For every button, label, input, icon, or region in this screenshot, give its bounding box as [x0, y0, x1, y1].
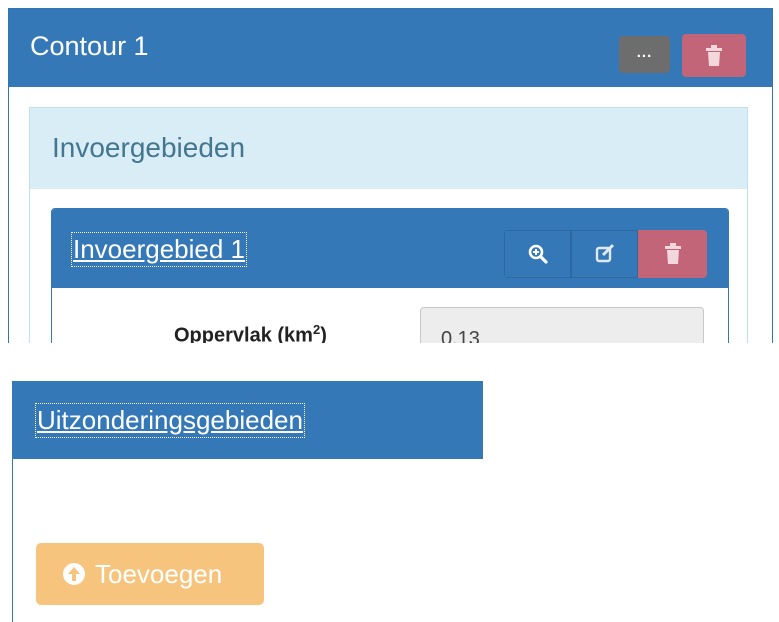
invoergebieden-panel: Invoergebieden Invoergebied 1 Oppervlak …: [29, 107, 748, 343]
contour-title: Contour 1: [30, 31, 149, 61]
invoergebied-header: Invoergebied 1: [52, 209, 728, 288]
uitzonderingsgebieden-panel: Uitzonderingsgebieden Toevoegen: [12, 381, 483, 622]
invoergebied-panel: Invoergebied 1 Oppervlak (km2) 0.13: [51, 208, 729, 343]
area-label-text: Oppervlak (km: [174, 324, 313, 343]
delete-invoergebied-button[interactable]: [638, 230, 707, 278]
zoom-in-icon: [528, 244, 548, 264]
invoergebieden-title: Invoergebieden: [52, 132, 246, 163]
edit-icon: [595, 243, 614, 263]
uitzonderingsgebieden-title-link[interactable]: Uitzonderingsgebieden: [35, 403, 305, 438]
add-button-label: Toevoegen: [95, 558, 223, 589]
invoergebied-title-link[interactable]: Invoergebied 1: [70, 232, 248, 267]
invoergebied-actions: [504, 230, 707, 278]
area-label-suffix: ): [320, 324, 327, 343]
uitzonderingsgebieden-header: Uitzonderingsgebieden: [13, 381, 483, 459]
edit-button[interactable]: [571, 230, 638, 278]
trash-icon: [664, 243, 681, 264]
area-label: Oppervlak (km2): [174, 322, 327, 343]
contour-panel: Contour 1 ... Invoergebieden Invoergebie…: [8, 8, 773, 343]
more-options-button[interactable]: ...: [619, 36, 670, 73]
add-button[interactable]: Toevoegen: [36, 543, 264, 605]
contour-header: Contour 1 ...: [9, 9, 772, 87]
invoergebieden-header: Invoergebieden: [30, 108, 747, 189]
area-input[interactable]: 0.13: [420, 307, 704, 343]
arrow-circle-up-icon: [61, 561, 87, 587]
zoom-button[interactable]: [504, 230, 571, 278]
delete-contour-button[interactable]: [682, 34, 746, 77]
trash-icon: [706, 45, 722, 66]
